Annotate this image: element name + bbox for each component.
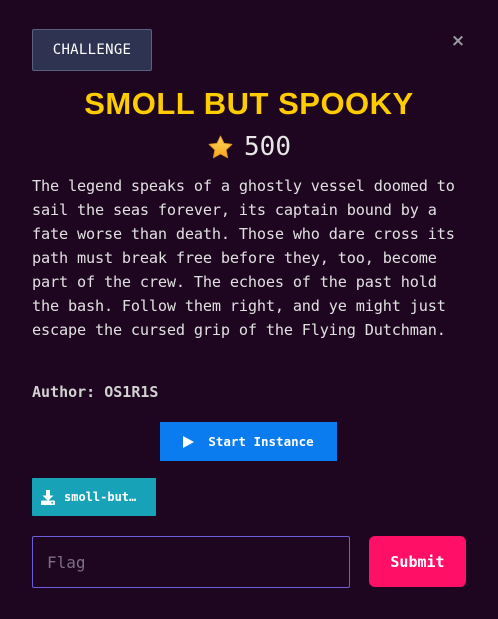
star-icon [208,135,233,158]
start-instance-label: Start Instance [208,434,314,449]
flag-input[interactable] [32,536,350,588]
submit-button[interactable]: Submit [369,536,466,587]
challenge-title: SMOLL BUT SPOOKY [84,86,414,121]
play-icon [183,435,195,448]
download-file-label: smoll-but… [64,490,137,504]
challenge-modal: CHALLENGE × SMOLL BUT SPOOKY 500 The leg… [0,0,498,619]
challenge-author: Author: OS1R1S [32,383,159,401]
download-file-button[interactable]: smoll-but… [32,478,156,516]
close-icon[interactable]: × [450,33,466,50]
points-row: 500 [0,132,498,162]
download-icon [41,489,55,505]
points-value: 500 [244,132,291,162]
challenge-description: The legend speaks of a ghostly vessel do… [32,177,455,339]
challenge-tab[interactable]: CHALLENGE [32,29,152,71]
start-instance-button[interactable]: Start Instance [160,422,337,461]
